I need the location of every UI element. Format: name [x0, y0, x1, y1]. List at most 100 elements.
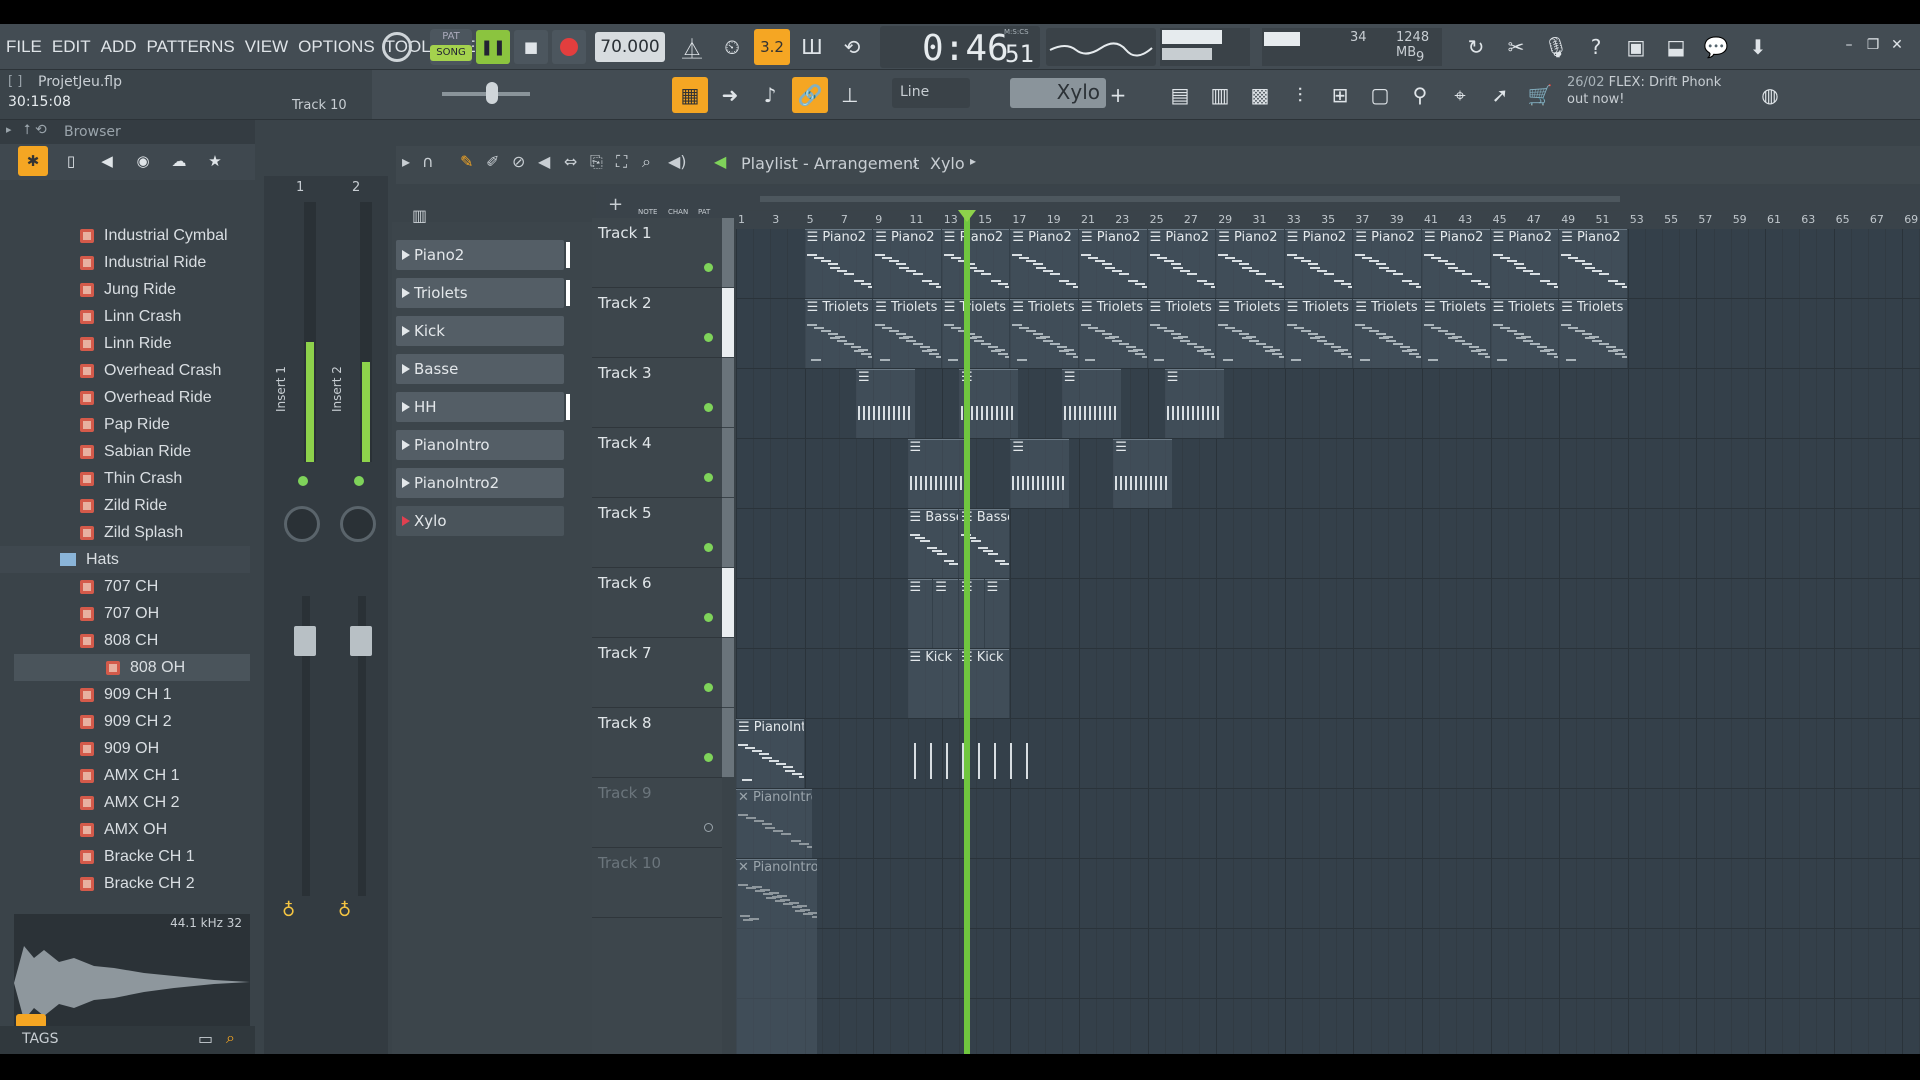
- close-icon[interactable]: ✕: [1886, 34, 1908, 56]
- channel-rack-icon[interactable]: ▩: [1242, 77, 1278, 113]
- pattern-clip[interactable]: ☰ Piano2: [1147, 229, 1216, 298]
- menu-options[interactable]: OPTIONS: [298, 37, 375, 57]
- track-header[interactable]: Track 2: [592, 288, 734, 358]
- channel-pianointro[interactable]: PianoIntro: [396, 430, 564, 460]
- add-track-icon[interactable]: +: [608, 194, 623, 215]
- insert1-fader[interactable]: [294, 626, 316, 656]
- pattern-clip[interactable]: ☰ Piano2: [1353, 229, 1421, 298]
- menu-edit[interactable]: EDIT: [52, 37, 91, 57]
- touch-keyboard-icon[interactable]: ⌖: [1442, 77, 1478, 113]
- slip-icon[interactable]: ⇔: [564, 152, 577, 171]
- help-icon[interactable]: ?: [1578, 29, 1614, 65]
- list-item[interactable]: Bracke CH 1: [0, 843, 250, 870]
- list-item[interactable]: 808 CH: [0, 627, 250, 654]
- pattern-clip[interactable]: ☰ Piano2: [941, 229, 1010, 298]
- pattern-clip[interactable]: ☰: [958, 579, 984, 648]
- step-edit-icon[interactable]: Ш: [794, 29, 830, 65]
- pencil-icon[interactable]: ✎: [460, 152, 473, 171]
- pattern-clip[interactable]: ☰ Piano2: [804, 229, 873, 298]
- insert1-pan-knob[interactable]: [284, 506, 320, 542]
- playlist-grid[interactable]: ☰ Piano2 ☰ Piano2 ☰ Piano2 ☰ Piano2 ☰ Piano2…: [736, 229, 1920, 1054]
- restore-icon[interactable]: ❐: [1862, 34, 1884, 56]
- cut-icon[interactable]: ✂: [1498, 29, 1534, 65]
- pattern-clip[interactable]: ☰ Triolets: [1353, 299, 1421, 368]
- project-browser-icon[interactable]: ▢: [1362, 77, 1398, 113]
- list-item[interactable]: Sabian Ride: [0, 438, 250, 465]
- list-item[interactable]: Zild Ride: [0, 492, 250, 519]
- globe-icon[interactable]: ◍: [1752, 77, 1788, 113]
- pattern-clip[interactable]: ☰ Piano2: [873, 229, 941, 298]
- pattern-clip[interactable]: ☰: [984, 579, 1010, 648]
- pattern-clip[interactable]: ☰: [907, 579, 933, 648]
- piano-icon[interactable]: ▥: [412, 206, 427, 225]
- track-header[interactable]: Track 4: [592, 428, 734, 498]
- menu-patterns[interactable]: PATTERNS: [147, 37, 235, 57]
- menu-file[interactable]: FILE: [6, 37, 42, 57]
- playhead[interactable]: [964, 211, 970, 1054]
- pattern-clip[interactable]: ✕ PianoIntro: [736, 789, 813, 858]
- track-mute-led[interactable]: [704, 613, 713, 622]
- channel-piano2[interactable]: Piano2: [396, 240, 570, 270]
- news-panel[interactable]: 26/02 FLEX: Drift Phonk out now!: [1567, 74, 1747, 114]
- list-item[interactable]: 909 CH 1: [0, 681, 250, 708]
- pattern-clip[interactable]: ☰ Piano2: [1010, 229, 1078, 298]
- pattern-clip[interactable]: ☰ Kick: [907, 649, 958, 718]
- channel-xylo[interactable]: Xylo: [396, 506, 564, 536]
- list-item[interactable]: Linn Ride: [0, 330, 250, 357]
- snap-selector[interactable]: Line: [892, 78, 970, 108]
- pattern-clip[interactable]: ☰ Triolets: [1216, 299, 1284, 368]
- arrow-right-icon[interactable]: ➜: [712, 77, 748, 113]
- cart-icon[interactable]: 🛒: [1522, 77, 1558, 113]
- overview-bar[interactable]: [760, 196, 1620, 202]
- playback-icon[interactable]: ◀): [668, 152, 687, 171]
- insert2-fader[interactable]: [350, 626, 372, 656]
- render-icon[interactable]: ⬓: [1658, 29, 1694, 65]
- insert1-active-led[interactable]: [298, 476, 308, 486]
- add-pattern-icon[interactable]: +: [1109, 77, 1127, 113]
- playlist-icon[interactable]: ▦: [672, 77, 708, 113]
- pattern-clip[interactable]: ☰ Piano2: [1490, 229, 1559, 298]
- pattern-clip[interactable]: ☰ Triolets: [1079, 299, 1147, 368]
- pattern-clip[interactable]: ☰ Piano2: [1079, 229, 1147, 298]
- list-item[interactable]: Overhead Crash: [0, 357, 250, 384]
- master-volume-knob[interactable]: [382, 32, 412, 62]
- stamp-icon[interactable]: ⊥: [832, 77, 868, 113]
- track-mute-led[interactable]: [704, 403, 713, 412]
- refresh-icon[interactable]: ↻: [1458, 29, 1494, 65]
- master-pitch-handle[interactable]: [486, 82, 498, 104]
- list-item[interactable]: Linn Crash: [0, 303, 250, 330]
- track-header[interactable]: Track 8: [592, 708, 734, 778]
- list-item[interactable]: 707 OH: [0, 600, 250, 627]
- timeline-overview[interactable]: [740, 186, 1920, 210]
- list-item[interactable]: Industrial Cymbal: [0, 222, 250, 249]
- file-icon[interactable]: ▯: [56, 146, 86, 176]
- folder-hats[interactable]: Hats: [0, 546, 250, 573]
- track-mute-led[interactable]: [704, 543, 713, 552]
- insert2-fx-icon[interactable]: ♁: [338, 900, 351, 921]
- pattern-clip[interactable]: ☰: [1061, 369, 1121, 438]
- insert2-pan-knob[interactable]: [340, 506, 376, 542]
- list-item[interactable]: Thin Crash: [0, 465, 250, 492]
- pattern-clip[interactable]: ☰: [1164, 369, 1224, 438]
- channel-pianointro2[interactable]: PianoIntro2: [396, 468, 564, 498]
- list-item[interactable]: Zild Splash: [0, 519, 250, 546]
- menu-add[interactable]: ADD: [101, 37, 137, 57]
- zoom-icon[interactable]: ⌕: [642, 152, 651, 172]
- pattern-clip[interactable]: ☰ Piano2: [1216, 229, 1284, 298]
- pattern-clip[interactable]: ☰: [1113, 439, 1173, 508]
- star-icon[interactable]: ★: [200, 146, 230, 176]
- pattern-clip[interactable]: ☰ Triolets: [1422, 299, 1490, 368]
- track-mute-led[interactable]: [704, 753, 713, 762]
- list-item[interactable]: 909 OH: [0, 735, 250, 762]
- magnet-icon[interactable]: ∩: [422, 152, 434, 171]
- loop-record-icon[interactable]: ⟲: [834, 29, 870, 65]
- playlist-window-icon[interactable]: ▤: [1162, 77, 1198, 113]
- all-files-icon[interactable]: ✱: [18, 146, 48, 176]
- track-header[interactable]: Track 3: [592, 358, 734, 428]
- channel-hh[interactable]: HH: [396, 392, 570, 422]
- tempo-display[interactable]: 70.000: [595, 32, 665, 62]
- pattern-clip[interactable]: ☰ Triolets: [941, 299, 1010, 368]
- cloud-icon[interactable]: ☁: [164, 146, 194, 176]
- channel-basse[interactable]: Basse: [396, 354, 564, 384]
- microphone-icon[interactable]: 🎙: [1538, 29, 1574, 65]
